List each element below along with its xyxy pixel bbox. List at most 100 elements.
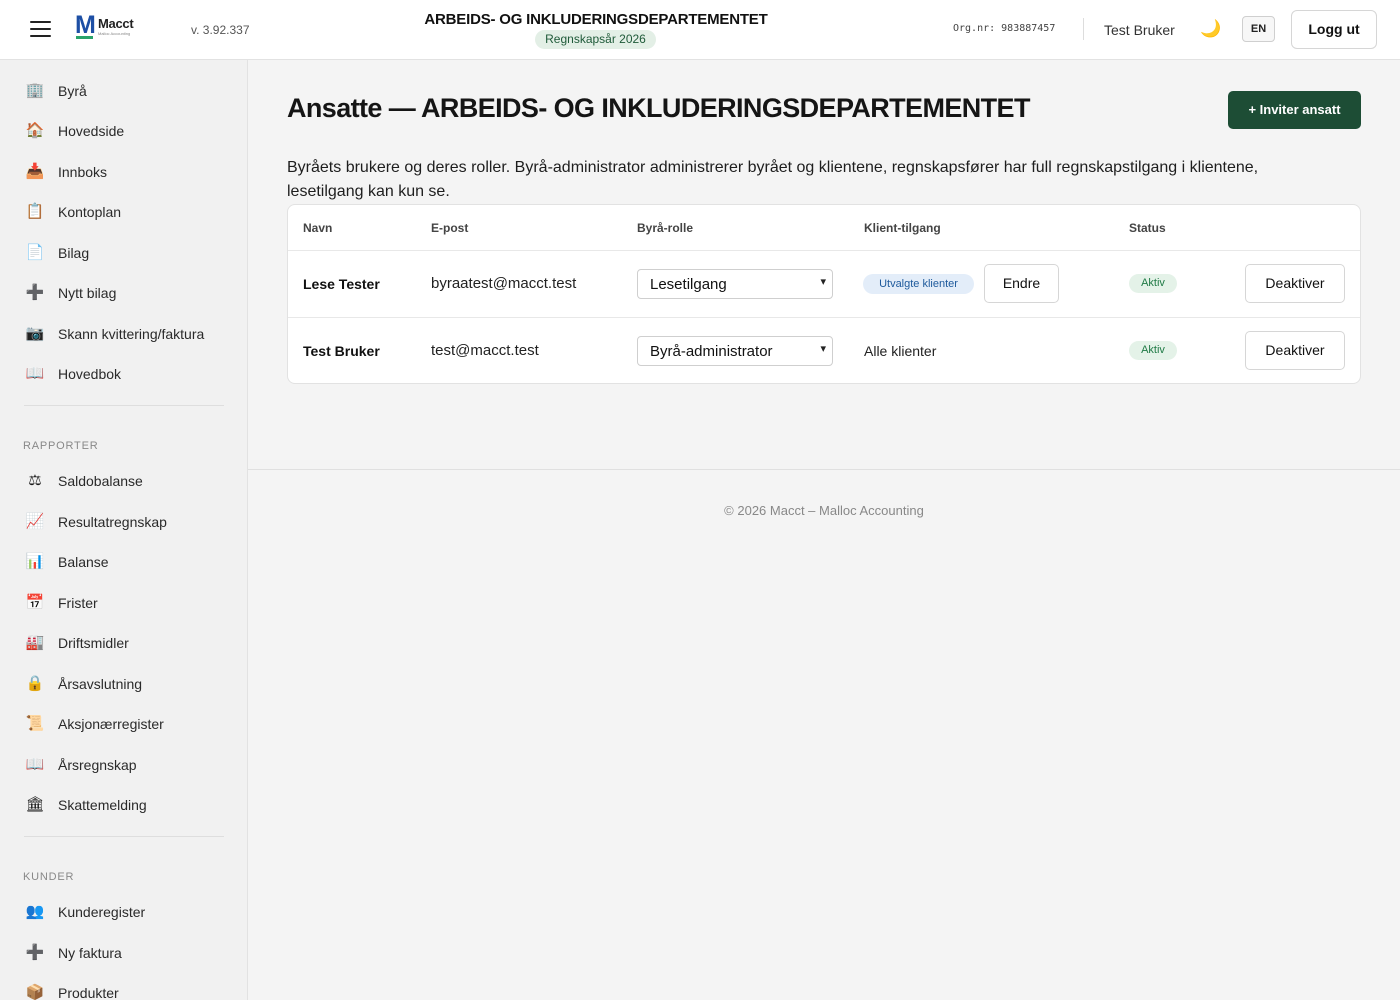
page-description: Byråets brukere og deres roller. Byrå-ad… (287, 159, 1259, 200)
logo-bar (76, 36, 93, 39)
column-header-role: Byrå-rolle (637, 221, 694, 235)
footer-copyright: © 2026 Macct – Malloc Accounting (724, 503, 924, 518)
book-icon: 📖 (25, 365, 45, 382)
role-select-value: Lesetilgang (650, 276, 727, 293)
sidebar-item-arsavslutning[interactable]: 🔒 Årsavslutning (0, 666, 247, 702)
sidebar-item-balanse[interactable]: 📊 Balanse (0, 544, 247, 580)
app-logo[interactable]: M Macct Malloc Accounting (75, 13, 145, 39)
book-icon: 📖 (25, 756, 45, 773)
sidebar-item-bilag[interactable]: 📄 Bilag (0, 235, 247, 271)
sidebar-item-produkter[interactable]: 📦 Produkter (0, 975, 247, 1000)
bar-chart-icon: 📊 (25, 553, 45, 570)
package-icon: 📦 (25, 984, 45, 1000)
sidebar-item-label: Kunderegister (58, 904, 146, 920)
column-header-status: Status (1129, 221, 1166, 235)
logo-name: Macct (98, 16, 134, 31)
sidebar-item-label: Balanse (58, 554, 109, 570)
chevron-down-icon: ▾ (820, 276, 826, 288)
scroll-icon: 📜 (25, 715, 45, 732)
sidebar-item-skattemelding[interactable]: 🏛 Skattemelding (0, 787, 247, 823)
sidebar-item-label: Hovedbok (58, 366, 122, 382)
calendar-icon: 📅 (25, 594, 45, 611)
sidebar-item-label: Årsregnskap (58, 757, 137, 773)
edit-access-button[interactable]: Endre (984, 264, 1059, 303)
sidebar-item-label: Bilag (58, 245, 90, 261)
sidebar-item-hovedside[interactable]: 🏠 Hovedside (0, 113, 247, 149)
sidebar-item-label: Skann kvittering/faktura (58, 326, 205, 342)
column-header-email: E-post (431, 221, 469, 235)
employee-name: Test Bruker (303, 343, 380, 359)
sidebar-item-label: Innboks (58, 164, 108, 180)
sidebar-item-label: Driftsmidler (58, 635, 129, 651)
sidebar-item-driftsmidler[interactable]: 🏭 Driftsmidler (0, 625, 247, 661)
top-header: M Macct Malloc Accounting v. 3.92.337 AR… (0, 0, 1400, 60)
role-select[interactable]: Lesetilgang ▾ (637, 269, 833, 299)
sidebar-item-kontoplan[interactable]: 📋 Kontoplan (0, 194, 247, 230)
role-select[interactable]: Byrå-administrator ▾ (637, 336, 833, 366)
logout-button[interactable]: Logg ut (1291, 10, 1377, 49)
clipboard-icon: 📋 (25, 203, 45, 220)
sidebar-item-innboks[interactable]: 📥 Innboks (0, 154, 247, 190)
user-name: Test Bruker (1104, 22, 1175, 38)
sidebar-item-ny-faktura[interactable]: ➕ Ny faktura (0, 935, 247, 971)
org-title: ARBEIDS- OG INKLUDERINGSDEPARTEMENTET (424, 11, 768, 28)
language-button[interactable]: EN (1242, 16, 1275, 42)
employees-table: Navn E-post Byrå-rolle Klient-tilgang St… (287, 204, 1361, 384)
inbox-icon: 📥 (25, 163, 45, 180)
deactivate-button[interactable]: Deaktiver (1245, 264, 1345, 303)
sidebar-item-skann[interactable]: 📷 Skann kvittering/faktura (0, 316, 247, 352)
lock-icon: 🔒 (25, 675, 45, 692)
sidebar-item-label: Kontoplan (58, 204, 122, 220)
sidebar-item-label: Saldobalanse (58, 473, 143, 489)
factory-icon: 🏭 (25, 634, 45, 651)
sidebar-divider (24, 836, 224, 837)
scale-icon: ⚖ (28, 472, 42, 489)
sidebar-item-label: Hovedside (58, 123, 125, 139)
sidebar-item-label: Skattemelding (58, 797, 147, 813)
moon-icon[interactable]: 🌙 (1200, 19, 1221, 39)
camera-icon: 📷 (25, 325, 45, 342)
row-divider (288, 250, 1360, 251)
sidebar-item-label: Årsavslutning (58, 676, 143, 692)
header-divider (1083, 18, 1084, 40)
row-divider (288, 317, 1360, 318)
plus-icon: ➕ (25, 944, 45, 961)
invite-employee-button[interactable]: + Inviter ansatt (1228, 91, 1361, 129)
client-access-text: Alle klienter (864, 343, 937, 359)
sidebar-item-frister[interactable]: 📅 Frister (0, 585, 247, 621)
bank-icon: 🏛 (25, 796, 45, 813)
app-version: v. 3.92.337 (191, 23, 250, 37)
sidebar: 🏢 Byrå 🏠 Hovedside 📥 Innboks 📋 Kontoplan… (0, 60, 248, 1000)
sidebar-item-byra[interactable]: 🏢 Byrå (0, 73, 247, 109)
sidebar-item-label: Nytt bilag (58, 285, 117, 301)
sidebar-item-label: Ny faktura (58, 945, 122, 961)
fiscal-year-badge[interactable]: Regnskapsår 2026 (535, 30, 656, 49)
column-header-access: Klient-tilgang (864, 221, 941, 235)
menu-icon[interactable] (30, 21, 51, 37)
selected-clients-badge[interactable]: Utvalgte klienter (863, 274, 974, 294)
sidebar-item-label: Frister (58, 595, 98, 611)
deactivate-button[interactable]: Deaktiver (1245, 331, 1345, 370)
status-badge: Aktiv (1129, 274, 1177, 293)
sidebar-item-nytt-bilag[interactable]: ➕ Nytt bilag (0, 275, 247, 311)
sidebar-divider (24, 405, 224, 406)
sidebar-item-saldobalanse[interactable]: ⚖ Saldobalanse (0, 463, 247, 499)
sidebar-item-label: Produkter (58, 985, 119, 1000)
building-icon: 🏢 (25, 82, 45, 99)
sidebar-item-kunderegister[interactable]: 👥 Kunderegister (0, 894, 247, 930)
sidebar-item-hovedbok[interactable]: 📖 Hovedbok (0, 356, 247, 392)
document-icon: 📄 (25, 244, 45, 261)
users-icon: 👥 (25, 903, 45, 920)
sidebar-item-label: Aksjonærregister (58, 716, 164, 732)
chevron-down-icon: ▾ (820, 343, 826, 355)
page-title: Ansatte — ARBEIDS- OG INKLUDERINGSDEPART… (287, 93, 1030, 123)
employee-name: Lese Tester (303, 276, 380, 292)
plus-icon: ➕ (25, 284, 45, 301)
logo-mark: M (75, 11, 96, 39)
status-badge: Aktiv (1129, 341, 1177, 360)
logo-tagline: Malloc Accounting (98, 31, 131, 36)
sidebar-item-aksjonaerregister[interactable]: 📜 Aksjonærregister (0, 706, 247, 742)
home-icon: 🏠 (25, 122, 45, 139)
main-content: Ansatte — ARBEIDS- OG INKLUDERINGSDEPART… (248, 60, 1400, 1000)
sidebar-item-arsregnskap[interactable]: 📖 Årsregnskap (0, 747, 247, 783)
